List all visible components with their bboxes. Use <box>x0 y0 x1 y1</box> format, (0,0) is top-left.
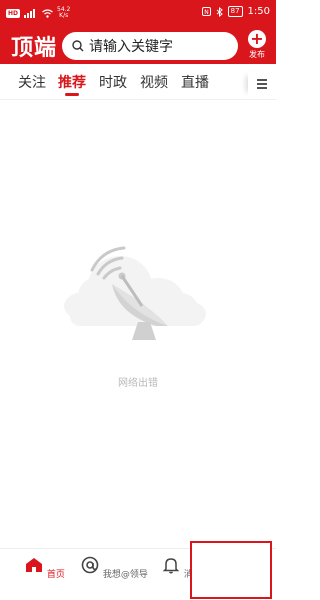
active-tab-indicator <box>65 93 79 96</box>
channel-menu-button[interactable] <box>248 72 276 96</box>
signal-icon <box>24 8 36 18</box>
search-icon <box>72 40 84 52</box>
tab-politics[interactable]: 时政 <box>99 72 127 92</box>
nav-ask-leader[interactable]: 我想@领导 <box>80 555 148 580</box>
error-state: 网络出错 <box>0 100 276 544</box>
net-speed-unit: K/s <box>59 12 69 19</box>
header-bar: HD 54.2 K/s N 87 1:50 顶端 请输入关键字 + 发布 <box>0 0 276 64</box>
search-placeholder: 请输入关键字 <box>89 39 173 55</box>
plus-icon: + <box>248 30 266 48</box>
nav-home[interactable]: 首页 <box>24 555 65 580</box>
highlighted-box[interactable] <box>190 541 272 599</box>
clock: 1:50 <box>247 6 270 17</box>
svg-text:N: N <box>204 9 209 16</box>
nfc-icon: N <box>201 7 211 16</box>
nav-ask-leader-label: 我想@领导 <box>102 570 148 580</box>
channel-tabs: 关注 推荐 时政 视频 直播 <box>0 64 276 100</box>
bottom-nav: 首页 我想@领导 消息 <box>0 541 276 600</box>
home-icon <box>26 558 42 572</box>
app-logo[interactable]: 顶端 <box>11 30 57 62</box>
nav-home-label: 首页 <box>46 570 65 580</box>
wifi-icon <box>42 8 53 18</box>
tab-follow[interactable]: 关注 <box>18 72 46 92</box>
error-message: 网络出错 <box>118 378 158 389</box>
tab-recommend[interactable]: 推荐 <box>58 72 86 92</box>
carrier-badge: HD <box>6 8 21 18</box>
at-icon <box>81 556 99 574</box>
publish-label: 发布 <box>249 50 265 59</box>
net-speed: 54.2 K/s <box>57 7 70 19</box>
search-box[interactable]: 请输入关键字 <box>62 32 238 60</box>
status-bar: HD 54.2 K/s N 87 1:50 <box>0 0 276 26</box>
battery-level: 87 <box>227 6 243 17</box>
tab-video[interactable]: 视频 <box>140 72 168 92</box>
bluetooth-icon <box>216 6 223 17</box>
tab-live[interactable]: 直播 <box>181 72 209 92</box>
satellite-dish-icon <box>64 246 206 340</box>
bell-icon <box>162 558 180 574</box>
publish-button[interactable]: + 发布 <box>244 30 270 60</box>
